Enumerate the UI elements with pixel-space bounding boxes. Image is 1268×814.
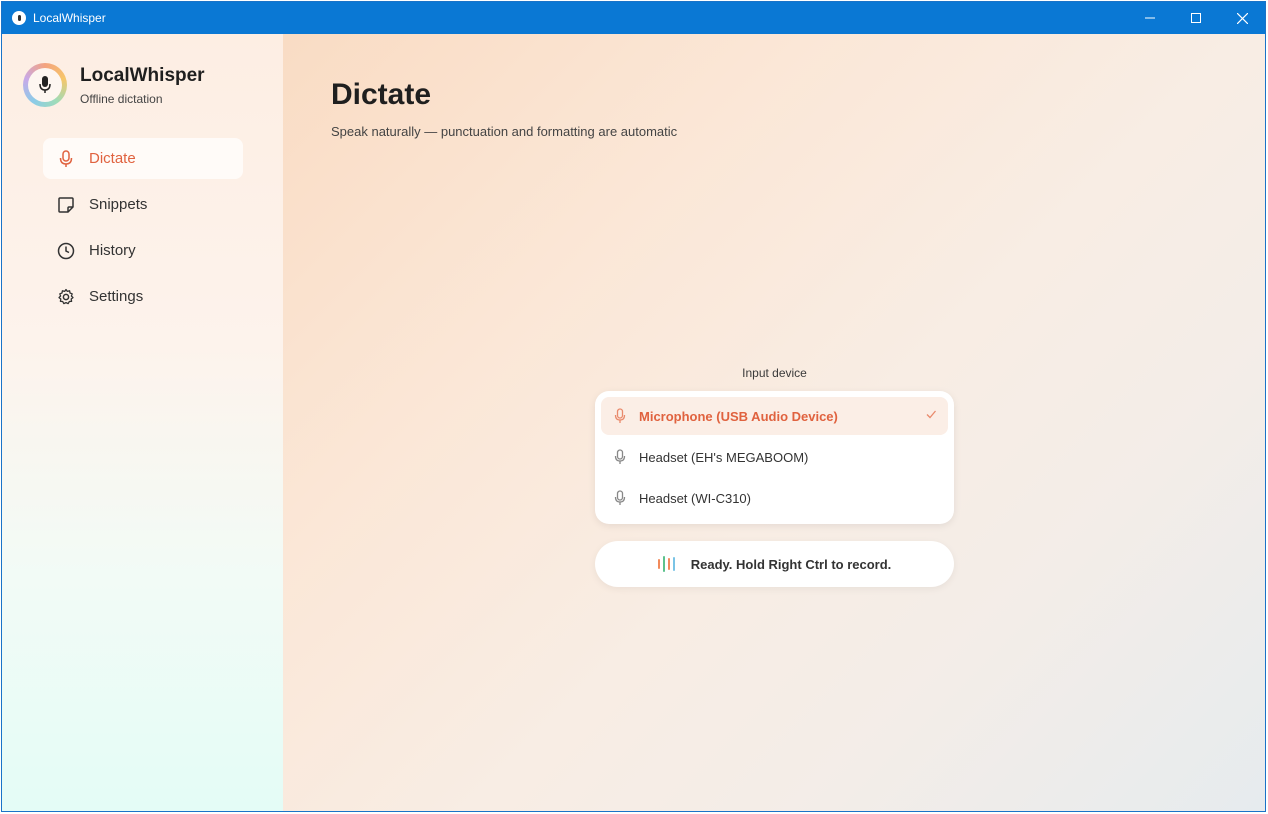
sidebar-item-label: History	[89, 242, 136, 259]
device-label: Headset (WI-C310)	[639, 490, 751, 506]
sidebar-item-label: Settings	[89, 288, 144, 305]
brand: LocalWhisper Offline dictation	[23, 63, 205, 107]
mic-icon	[614, 490, 626, 506]
sidebar-item-label: Dictate	[89, 150, 136, 167]
device-option-usb-microphone[interactable]: Microphone (USB Audio Device)	[601, 397, 948, 435]
sidebar-item-snippets[interactable]: Snippets	[43, 184, 243, 225]
sidebar-nav: Dictate Snippets History Settings	[43, 138, 243, 322]
device-label: Microphone (USB Audio Device)	[639, 408, 838, 424]
input-device-list: Microphone (USB Audio Device) Headset (E…	[595, 391, 954, 524]
clock-icon	[56, 241, 76, 261]
sidebar-item-label: Snippets	[89, 196, 148, 213]
minimize-icon	[1145, 17, 1155, 19]
device-label: Headset (EH's MEGABOOM)	[639, 449, 809, 465]
device-option-headset-wi-c310[interactable]: Headset (WI-C310)	[601, 479, 948, 517]
input-device-label: Input device	[742, 366, 807, 380]
sidebar: LocalWhisper Offline dictation Dictate S…	[2, 34, 283, 811]
audio-wave-icon	[657, 556, 678, 572]
maximize-icon	[1191, 13, 1201, 23]
page-title: Dictate	[331, 78, 432, 111]
title-bar[interactable]: LocalWhisper	[2, 2, 1265, 34]
device-option-headset-megaboom[interactable]: Headset (EH's MEGABOOM)	[601, 438, 948, 476]
close-button[interactable]	[1219, 2, 1265, 34]
status-pill: Ready. Hold Right Ctrl to record.	[595, 541, 954, 587]
sidebar-item-history[interactable]: History	[43, 230, 243, 271]
sidebar-item-settings[interactable]: Settings	[43, 276, 243, 317]
minimize-button[interactable]	[1127, 2, 1173, 34]
status-text: Ready. Hold Right Ctrl to record.	[690, 556, 892, 572]
checkmark-icon	[925, 408, 937, 423]
brand-name: LocalWhisper	[80, 64, 205, 86]
main-panel: Dictate Speak naturally — punctuation an…	[283, 34, 1265, 811]
mic-icon	[39, 76, 51, 93]
mic-icon	[614, 408, 626, 424]
app-window: LocalWhisper LocalWhisper Offline dictat…	[1, 1, 1266, 812]
gear-icon	[56, 287, 76, 307]
brand-subtitle: Offline dictation	[80, 91, 163, 106]
app-logo	[23, 63, 67, 107]
window-title: LocalWhisper	[33, 11, 106, 25]
note-icon	[56, 195, 76, 215]
mic-icon	[56, 149, 76, 169]
maximize-button[interactable]	[1173, 2, 1219, 34]
close-icon	[1236, 12, 1248, 24]
page-subtitle: Speak naturally — punctuation and format…	[331, 124, 678, 139]
sidebar-item-dictate[interactable]: Dictate	[43, 138, 243, 179]
app-icon	[12, 11, 26, 25]
mic-icon	[614, 449, 626, 465]
